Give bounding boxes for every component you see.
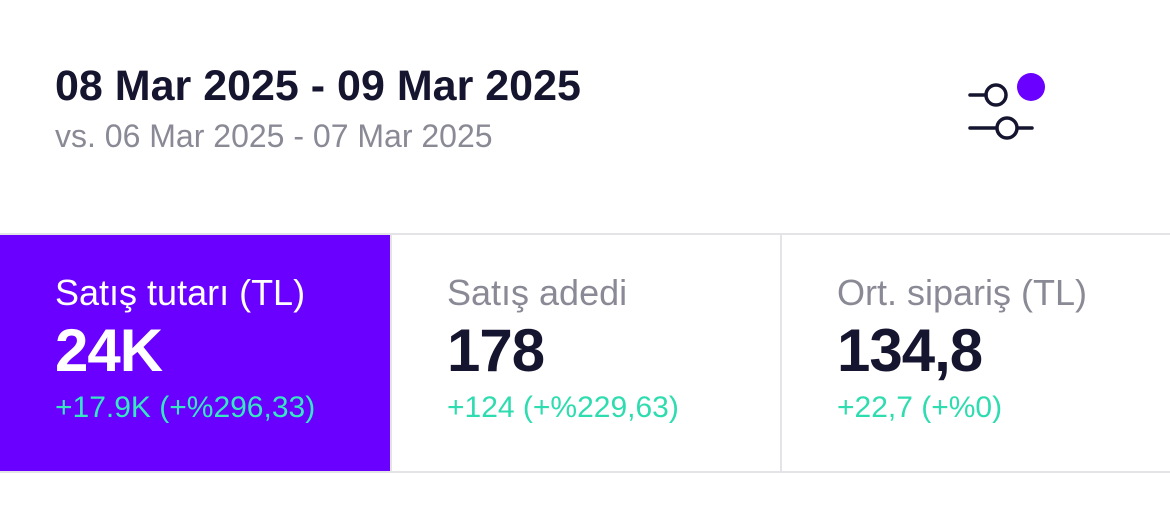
metric-value: 178: [447, 317, 545, 384]
date-header: 08 Mar 2025 - 09 Mar 2025 vs. 06 Mar 202…: [55, 60, 581, 156]
sliders-icon: [968, 73, 1045, 140]
metric-label: Satış adedi: [447, 272, 628, 313]
metric-label: Ort. sipariş (TL): [837, 272, 1088, 313]
metrics-row: Satış tutarı (TL) 24K +17.9K (+%296,33) …: [0, 233, 1170, 473]
metric-card-sales-amount[interactable]: Satış tutarı (TL) 24K +17.9K (+%296,33): [0, 235, 390, 471]
date-range-title[interactable]: 08 Mar 2025 - 09 Mar 2025: [55, 60, 581, 112]
filter-button[interactable]: [960, 64, 1052, 146]
metric-delta: +124 (+%229,63): [447, 391, 679, 424]
metric-label: Satış tutarı (TL): [55, 272, 306, 313]
metric-value: 24K: [55, 317, 163, 384]
sales-summary-panel: 08 Mar 2025 - 09 Mar 2025 vs. 06 Mar 202…: [0, 0, 1170, 514]
compare-range-subtitle: vs. 06 Mar 2025 - 07 Mar 2025: [55, 118, 493, 154]
metric-delta: +22,7 (+%0): [837, 391, 1003, 424]
filter-active-indicator: [1017, 73, 1045, 101]
metric-value: 134,8: [837, 317, 983, 384]
metric-card-sales-count[interactable]: Satış adedi 178 +124 (+%229,63): [390, 235, 780, 471]
metric-delta: +17.9K (+%296,33): [55, 391, 316, 424]
metric-card-average-order[interactable]: Ort. sipariş (TL) 134,8 +22,7 (+%0): [780, 235, 1170, 471]
